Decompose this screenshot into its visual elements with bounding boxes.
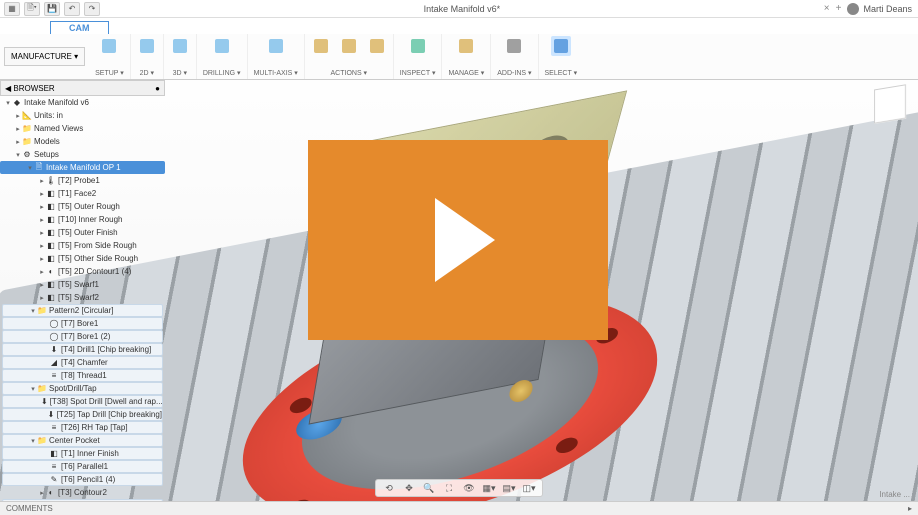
tree-item[interactable]: ◯[T7] Bore1 (2) <box>2 330 163 343</box>
workspace-tab-cam[interactable]: CAM <box>50 21 109 34</box>
toolbar-label[interactable]: SELECT ▾ <box>545 69 578 77</box>
toolbar-label[interactable]: MANAGE ▾ <box>448 69 484 77</box>
actions-icon[interactable] <box>339 36 359 56</box>
tree-item[interactable]: ◢[T4] Chamfer <box>2 356 163 369</box>
toolbar-group-inspect: INSPECT ▾ <box>394 34 443 79</box>
file-menu-icon[interactable]: 🗎▾ <box>24 2 40 16</box>
toolbar-group-multi-axis: MULTI-AXIS ▾ <box>248 34 305 79</box>
toolbar-group-actions: ACTIONS ▾ <box>305 34 394 79</box>
toolbar-group-select: SELECT ▾ <box>539 34 584 79</box>
toolbar-group-add-ins: ADD-INS ▾ <box>491 34 538 79</box>
avatar-icon <box>847 3 859 15</box>
tree-item[interactable]: ▸🌡[T2] Probe1 <box>0 174 165 187</box>
tree-item[interactable]: ▸◐[T3] Contour2 <box>0 486 165 499</box>
viewport-menu-icon[interactable]: ◫▾ <box>522 483 536 494</box>
zoom-icon[interactable]: 🔍 <box>422 483 436 494</box>
tree-item[interactable]: ▸◧[T5] Swarf1 <box>0 278 165 291</box>
save-icon[interactable]: 💾 <box>44 2 60 16</box>
toolbar-label[interactable]: ADD-INS ▾ <box>497 69 531 77</box>
tree-item[interactable]: ▸📐Units: in <box>0 109 165 122</box>
grid-menu-icon[interactable]: ▦ <box>4 2 20 16</box>
browser-title: BROWSER <box>13 84 54 93</box>
tree-item[interactable]: ⬇[T25] Tap Drill [Chip breaking] <box>2 408 163 421</box>
document-title: Intake Manifold v6* <box>100 4 824 14</box>
toolbar-group-2d: 2D ▾ <box>131 34 164 79</box>
3d-icon[interactable] <box>170 36 190 56</box>
add-ins-icon[interactable] <box>504 36 524 56</box>
tree-item[interactable]: ▾📁Spot/Drill/Tap <box>2 382 163 395</box>
tree-item[interactable]: ▾📁Pattern2 [Circular] <box>2 304 163 317</box>
pan-icon[interactable]: ✥ <box>402 483 416 494</box>
view-cube[interactable] <box>874 84 906 123</box>
manage-icon[interactable] <box>456 36 476 56</box>
undo-icon[interactable]: ↶ <box>64 2 80 16</box>
new-tab-icon[interactable]: + <box>836 3 842 14</box>
play-icon <box>435 198 495 282</box>
select-icon[interactable] <box>551 36 571 56</box>
look-icon[interactable]: 👁 <box>462 483 476 494</box>
tree-item[interactable]: ▸◧[T10] Inner Rough <box>0 213 165 226</box>
ribbon-toolbar: MANUFACTURE ▾ SETUP ▾ 2D ▾ 3D ▾ DRILLING ▾ M… <box>0 34 918 80</box>
toolbar-label[interactable]: 3D ▾ <box>173 69 187 77</box>
title-bar: ▦ 🗎▾ 💾 ↶ ↷ Intake Manifold v6* × + Marti… <box>0 0 918 18</box>
comments-label: COMMENTS <box>6 504 53 513</box>
tree-item[interactable]: ▾📁Center Pocket <box>2 434 163 447</box>
tree-item[interactable]: ▾⚙Setups <box>0 148 165 161</box>
tree-item[interactable]: ≡[T6] Parallel1 <box>2 460 163 473</box>
toolbar-label[interactable]: MULTI-AXIS ▾ <box>254 69 298 77</box>
toolbar-label[interactable]: INSPECT ▾ <box>400 69 436 77</box>
setup-icon[interactable] <box>99 36 119 56</box>
toolbar-group-setup: SETUP ▾ <box>89 34 131 79</box>
toolbar-group-drilling: DRILLING ▾ <box>197 34 248 79</box>
fit-icon[interactable]: ⛶ <box>442 483 456 494</box>
browser-panel-header[interactable]: ◀ BROWSER ● <box>0 80 165 96</box>
tree-item[interactable]: ▸◧[T5] From Side Rough <box>0 239 165 252</box>
tree-item[interactable]: ▸📁Models <box>0 135 165 148</box>
toolbar-group-3d: 3D ▾ <box>164 34 197 79</box>
inspect-icon[interactable] <box>408 36 428 56</box>
toolbar-label[interactable]: 2D ▾ <box>140 69 154 77</box>
toolbar-label[interactable]: ACTIONS ▾ <box>331 69 368 77</box>
actions-icon[interactable] <box>311 36 331 56</box>
workspace-tab-row: CAM <box>0 18 918 34</box>
video-play-overlay[interactable] <box>308 140 608 340</box>
tree-item[interactable]: ▸📁Named Views <box>0 122 165 135</box>
manufacture-dropdown[interactable]: MANUFACTURE ▾ <box>4 47 85 66</box>
orbit-icon[interactable]: ⟲ <box>382 483 396 494</box>
view-nav-toolbar: ⟲ ✥ 🔍 ⛶ 👁 ▦▾ ▤▾ ◫▾ <box>375 479 543 497</box>
toolbar-label[interactable]: SETUP ▾ <box>95 69 124 77</box>
credit-label: Intake ... <box>879 490 910 499</box>
browser-tree: ▾◆Intake Manifold v6 ▸📐Units: in▸📁Named … <box>0 96 165 512</box>
actions-icon[interactable] <box>367 36 387 56</box>
multi-axis-icon[interactable] <box>266 36 286 56</box>
tree-item[interactable]: ▸◧[T5] Other Side Rough <box>0 252 165 265</box>
browser-options-icon[interactable]: ● <box>155 84 160 93</box>
tree-item[interactable]: ▸◐[T5] 2D Contour1 (4) <box>0 265 165 278</box>
drilling-icon[interactable] <box>212 36 232 56</box>
tree-item[interactable]: ⬇[T4] Drill1 [Chip breaking] <box>2 343 163 356</box>
tree-item[interactable]: ≡[T8] Thread1 <box>2 369 163 382</box>
tree-item[interactable]: ▸◧[T1] Face2 <box>0 187 165 200</box>
toolbar-label[interactable]: DRILLING ▾ <box>203 69 241 77</box>
tree-item[interactable]: ◧[T1] Inner Finish <box>2 447 163 460</box>
tree-item[interactable]: ✎[T6] Pencil1 (4) <box>2 473 163 486</box>
tree-item[interactable]: ▸◧[T5] Swarf2 <box>0 291 165 304</box>
tree-item[interactable]: ⬇[T38] Spot Drill [Dwell and rap... <box>2 395 163 408</box>
tree-root[interactable]: ▾◆Intake Manifold v6 <box>0 96 165 109</box>
toolbar-group-manage: MANAGE ▾ <box>442 34 491 79</box>
user-name-label: Marti Deans <box>863 4 912 14</box>
close-tab-icon[interactable]: × <box>824 3 830 14</box>
comments-expand-icon[interactable]: ▸ <box>908 504 912 513</box>
grid-menu-icon[interactable]: ▤▾ <box>502 483 516 494</box>
tree-item[interactable]: ▾🗎Intake Manifold OP 1 <box>0 161 165 174</box>
redo-icon[interactable]: ↷ <box>84 2 100 16</box>
user-menu[interactable]: Marti Deans <box>847 3 912 15</box>
comments-bar[interactable]: COMMENTS ▸ <box>0 501 918 515</box>
display-menu-icon[interactable]: ▦▾ <box>482 483 496 494</box>
2d-icon[interactable] <box>137 36 157 56</box>
tree-item[interactable]: ≡[T26] RH Tap [Tap] <box>2 421 163 434</box>
tree-item[interactable]: ▸◧[T5] Outer Rough <box>0 200 165 213</box>
tree-item[interactable]: ◯[T7] Bore1 <box>2 317 163 330</box>
tree-item[interactable]: ▸◧[T5] Outer Finish <box>0 226 165 239</box>
